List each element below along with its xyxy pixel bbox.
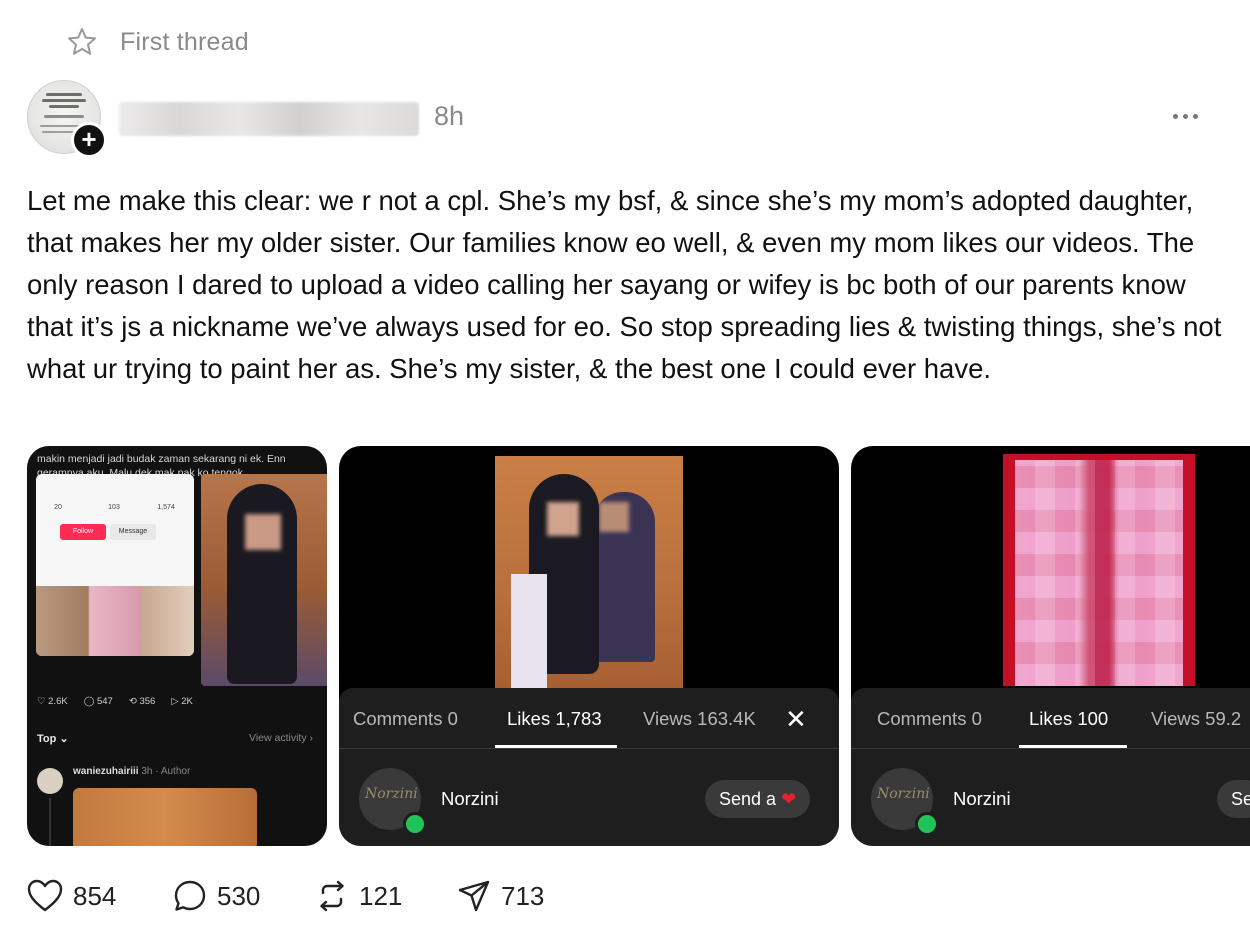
- card1-shares: ▷ 2K: [171, 696, 193, 707]
- repost-icon: [315, 879, 349, 913]
- card1-stat-followers: 103: [108, 504, 120, 511]
- card1-view-activity: View activity ›: [249, 732, 313, 744]
- send-heart-button: Se: [1217, 780, 1250, 818]
- card1-stat-likes: 1,574: [157, 504, 175, 511]
- star-icon[interactable]: [66, 26, 98, 58]
- post-actions: 854 530 121 713: [27, 876, 544, 916]
- send-heart-button: Send a ❤: [705, 780, 811, 818]
- first-thread-row[interactable]: First thread: [66, 24, 249, 60]
- repost-button[interactable]: 121: [315, 879, 457, 913]
- card3-user-name: Norzini: [953, 788, 1011, 809]
- reply-button[interactable]: 530: [173, 879, 315, 913]
- comment-icon: [173, 879, 207, 913]
- reply-count: 530: [217, 880, 261, 911]
- more-icon[interactable]: [1173, 110, 1203, 122]
- username-blurred[interactable]: [119, 102, 419, 136]
- card1-sort: Top ⌄: [37, 733, 69, 745]
- card1-likes: ♡ 2.6K: [37, 696, 68, 707]
- media-carousel[interactable]: makin menjadi jadi budak zaman sekarang …: [27, 446, 1250, 846]
- card1-replies: ◯ 547: [83, 696, 113, 707]
- like-count: 854: [73, 880, 117, 911]
- tab-comments[interactable]: Comments 0: [877, 708, 982, 730]
- card2-user-name: Norzini: [441, 788, 499, 809]
- share-button[interactable]: 713: [457, 879, 544, 913]
- media-card-3[interactable]: Comments 0 Likes 100 Views 59.2 Norzini …: [851, 446, 1250, 846]
- online-indicator: [915, 812, 939, 836]
- card1-reposts: ⟲ 356: [128, 696, 156, 707]
- tab-views[interactable]: Views 59.2: [1151, 708, 1241, 730]
- card1-stats: ♡ 2.6K ◯ 547 ⟲ 356 ▷ 2K: [37, 696, 193, 707]
- heart-icon: [27, 879, 63, 913]
- card1-reply-image: [73, 788, 257, 846]
- close-icon[interactable]: ✕: [785, 704, 807, 735]
- post-text: Let me make this clear: we r not a cpl. …: [27, 185, 1222, 384]
- card2-activity-panel: Comments 0 Likes 1,783 Views 163.4K ✕ No…: [339, 688, 839, 846]
- card1-reply-avatar: [37, 768, 63, 794]
- card1-stat-following: 20: [54, 504, 62, 511]
- card1-follow-button: Follow: [60, 524, 106, 540]
- repost-count: 121: [359, 880, 403, 911]
- card3-tabs: Comments 0 Likes 100 Views 59.2: [851, 688, 1250, 749]
- plus-icon[interactable]: +: [71, 122, 107, 158]
- post-timestamp: 8h: [434, 101, 465, 131]
- card1-message-button: Message: [110, 524, 156, 540]
- media-card-2[interactable]: Comments 0 Likes 1,783 Views 163.4K ✕ No…: [339, 446, 839, 846]
- media-card-1[interactable]: makin menjadi jadi budak zaman sekarang …: [27, 446, 327, 846]
- tab-comments[interactable]: Comments 0: [353, 708, 458, 730]
- tab-likes[interactable]: Likes 100: [1029, 708, 1108, 730]
- like-button[interactable]: 854: [27, 879, 173, 913]
- share-count: 713: [501, 880, 545, 911]
- card1-profile-screenshot: 20 103 1,574 Follow Message: [36, 474, 194, 656]
- post-header: + 8h: [27, 80, 1227, 158]
- tab-views[interactable]: Views 163.4K: [643, 708, 756, 730]
- online-indicator: [403, 812, 427, 836]
- first-thread-label: First thread: [120, 27, 249, 56]
- card1-photo: [201, 474, 327, 686]
- tab-likes[interactable]: Likes 1,783: [507, 708, 602, 730]
- send-icon: [457, 879, 491, 913]
- card2-photo: [495, 456, 683, 688]
- card2-tabs: Comments 0 Likes 1,783 Views 163.4K ✕: [339, 688, 839, 749]
- card1-thumbnails: [36, 586, 194, 656]
- card3-photo: [1003, 454, 1195, 686]
- card1-reply-user: waniezuhairiii 3h · Author: [73, 766, 191, 777]
- card3-activity-panel: Comments 0 Likes 100 Views 59.2 Norzini …: [851, 688, 1250, 846]
